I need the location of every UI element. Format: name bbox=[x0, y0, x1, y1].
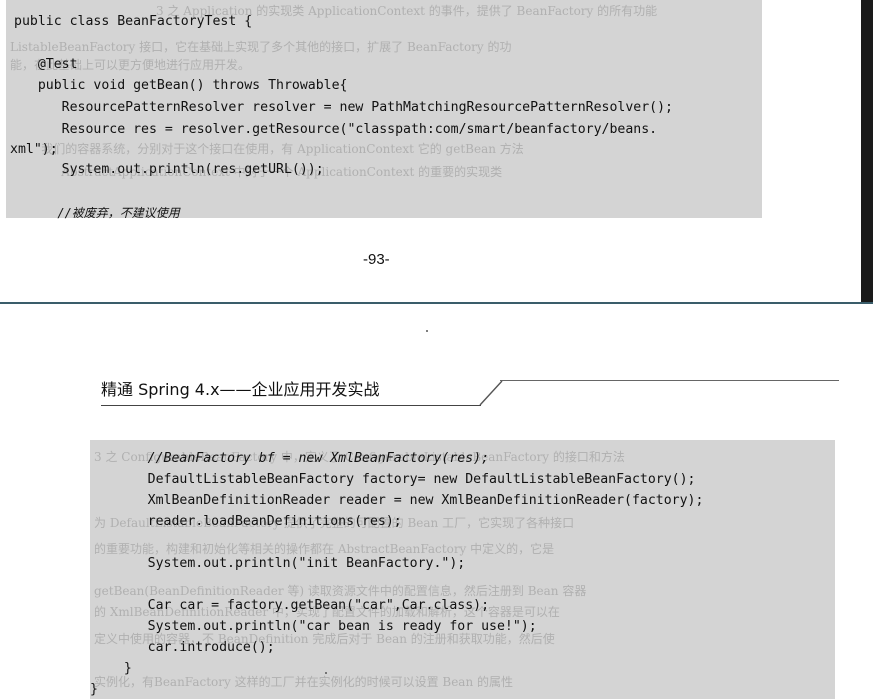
code-line: public void getBean() throws Throwable{ bbox=[14, 78, 348, 93]
page-edge bbox=[861, 0, 873, 304]
code-line: reader.loadBeanDefinitions(res); bbox=[100, 514, 402, 529]
page-divider bbox=[0, 302, 873, 304]
book-title: 精通 Spring 4.x——企业应用开发实战 bbox=[101, 380, 380, 399]
code-line: } bbox=[90, 682, 98, 697]
speck bbox=[325, 672, 327, 674]
code-line: car.introduce(); bbox=[100, 640, 275, 655]
header-rule-right bbox=[500, 380, 839, 382]
code-line: } bbox=[100, 661, 132, 676]
code-line: Resource res = resolver.getResource("cla… bbox=[14, 122, 658, 137]
code-comment-line: //BeanFactory bf = new XmlBeanFactory(re… bbox=[100, 451, 490, 466]
bottom-code-block: 3 之 ConfigurableBeanFactory 中，定义了 Config… bbox=[90, 440, 835, 699]
code-line: @Test bbox=[14, 57, 78, 72]
page-number: -93- bbox=[363, 251, 390, 268]
code-line: ResourcePatternResolver resolver = new P… bbox=[14, 100, 673, 115]
speck bbox=[426, 330, 428, 332]
code-line: public class BeanFactoryTest { bbox=[14, 14, 253, 29]
code-line: XmlBeanDefinitionReader reader = new Xml… bbox=[100, 493, 704, 508]
code-line: DefaultListableBeanFactory factory= new … bbox=[100, 472, 696, 487]
code-line: System.out.println("car bean is ready fo… bbox=[100, 619, 537, 634]
code-line: System.out.println("init BeanFactory."); bbox=[100, 556, 466, 571]
ghost-text-line: getBean(BeanDefinitionReader 等) 读取资源文件中的… bbox=[94, 584, 587, 598]
ghost-text-line: 实例化，有BeanFactory 这样的工厂并在实例化的时候可以设置 Bean … bbox=[94, 675, 514, 689]
ghost-text-line: 我们的容器系统，分别对于这个接口在使用，有 ApplicationContext… bbox=[26, 142, 524, 156]
header-rule-slant bbox=[479, 380, 503, 406]
header-rule bbox=[101, 405, 481, 407]
ghost-text-line: ListableBeanFactory 接口，它在基础上实现了多个其他的接口，扩… bbox=[10, 40, 512, 54]
code-line: xml"); bbox=[10, 142, 58, 157]
code-line: System.out.println(res.getURL()); bbox=[14, 162, 324, 177]
ghost-text-line: 的重要功能，构建和初始化等相关的操作都在 AbstractBeanFactory… bbox=[94, 542, 555, 556]
code-line: Car car = factory.getBean("car",Car.clas… bbox=[100, 598, 490, 613]
code-comment-line: //被废弃，不建议使用 bbox=[14, 206, 180, 220]
top-code-block: 3 之 Application 的实现类 ApplicationContext … bbox=[6, 0, 762, 220]
